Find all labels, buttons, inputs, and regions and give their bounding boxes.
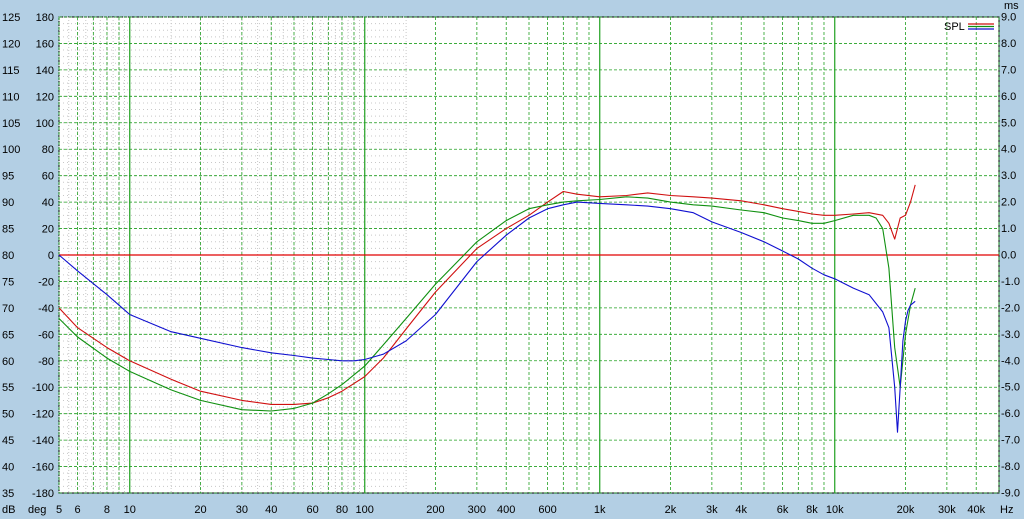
x-tick-label: 100 [356,504,374,516]
ms-tick-label: -9.0 [1001,488,1020,500]
ms-tick-label: -2.0 [1001,302,1020,314]
ms-tick-label: 2.0 [1001,197,1016,209]
x-tick-label: 30k [938,504,956,516]
deg-tick-label: -160 [32,462,54,474]
db-tick-label: 65 [2,329,14,341]
db-tick-label: 60 [2,356,14,368]
db-tick-label: 75 [2,276,14,288]
deg-tick-label: 100 [36,118,54,130]
x-tick-label: 6 [75,504,81,516]
db-tick-label: 100 [2,144,20,156]
deg-tick-label: -120 [32,409,54,421]
ms-tick-label: 3.0 [1001,170,1016,182]
x-tick-label: 60 [306,504,318,516]
db-tick-label: 80 [2,250,14,262]
db-tick-label: 70 [2,303,14,315]
legend-label: SPL [944,21,965,33]
x-tick-label: 8k [806,504,818,516]
deg-tick-label: 140 [36,65,54,77]
db-tick-label: 90 [2,197,14,209]
deg-tick-label: 20 [42,224,54,236]
deg-tick-label: -100 [32,382,54,394]
x-tick-label: 40k [967,504,985,516]
ms-tick-label: 7.0 [1001,64,1016,76]
ms-tick-label: -6.0 [1001,408,1020,420]
deg-tick-label: 120 [36,91,54,103]
x-tick-label: 400 [497,504,515,516]
ms-tick-label: 9.0 [1001,12,1016,24]
db-tick-label: 105 [2,118,20,130]
deg-tick-label: -80 [38,356,54,368]
x-tick-label: 20k [897,504,915,516]
x-tick-label: 30 [236,504,248,516]
x-tick-label: 10k [826,504,844,516]
ms-tick-label: 6.0 [1001,91,1016,103]
x-tick-label: 3k [706,504,718,516]
db-tick-label: 125 [2,12,20,24]
deg-tick-label: 0 [48,250,54,262]
deg-tick-label: 60 [42,171,54,183]
x-tick-label: 20 [194,504,206,516]
deg-tick-label: -40 [38,303,54,315]
ms-tick-label: 1.0 [1001,223,1016,235]
ms-tick-label: 4.0 [1001,144,1016,156]
db-tick-label: 115 [2,65,20,77]
x-tick-label: 300 [468,504,486,516]
x-tick-label: 1k [594,504,606,516]
frequency-response-chart: 1251201151101051009590858075706560555045… [2,0,1020,516]
x-unit-label: Hz [1000,504,1013,516]
x-tick-label: 10 [124,504,136,516]
db-tick-label: 110 [2,91,20,103]
x-tick-label: 200 [426,504,444,516]
x-tick-label: 40 [265,504,277,516]
deg-unit-label: deg [28,504,46,516]
ms-tick-label: 5.0 [1001,117,1016,129]
x-tick-label: 4k [735,504,747,516]
ms-tick-label: -1.0 [1001,276,1020,288]
db-tick-label: 120 [2,38,20,50]
chart-window: 125 120 115 110 105 100 95 90 85 80 75 70 65 60 55 50 45… [0,0,1024,519]
deg-tick-label: 160 [36,38,54,50]
db-tick-label: 40 [2,462,14,474]
x-tick-label: 80 [336,504,348,516]
deg-tick-label: -140 [32,435,54,447]
ms-tick-label: -5.0 [1001,382,1020,394]
ms-unit-label: ms [1004,0,1019,12]
db-tick-label: 85 [2,224,14,236]
deg-tick-label: -60 [38,329,54,341]
db-unit-label: dB [2,504,15,516]
x-tick-label: 6k [777,504,789,516]
db-tick-label: 45 [2,435,14,447]
x-tick-label: 5 [56,504,62,516]
ms-tick-label: 0.0 [1001,250,1016,262]
x-tick-label: 600 [538,504,556,516]
x-tick-label: 2k [665,504,677,516]
ms-tick-label: -8.0 [1001,461,1020,473]
x-tick-label: 8 [104,504,110,516]
db-tick-label: 35 [2,488,14,500]
db-tick-label: 50 [2,409,14,421]
db-tick-label: 95 [2,171,14,183]
deg-tick-label: 80 [42,144,54,156]
ms-tick-label: 8.0 [1001,38,1016,50]
ms-tick-label: -4.0 [1001,355,1020,367]
deg-tick-label: -180 [32,488,54,500]
deg-tick-label: -20 [38,276,54,288]
db-tick-label: 55 [2,382,14,394]
deg-tick-label: 180 [36,12,54,24]
ms-tick-label: -3.0 [1001,329,1020,341]
ms-tick-label: -7.0 [1001,435,1020,447]
deg-tick-label: 40 [42,197,54,209]
